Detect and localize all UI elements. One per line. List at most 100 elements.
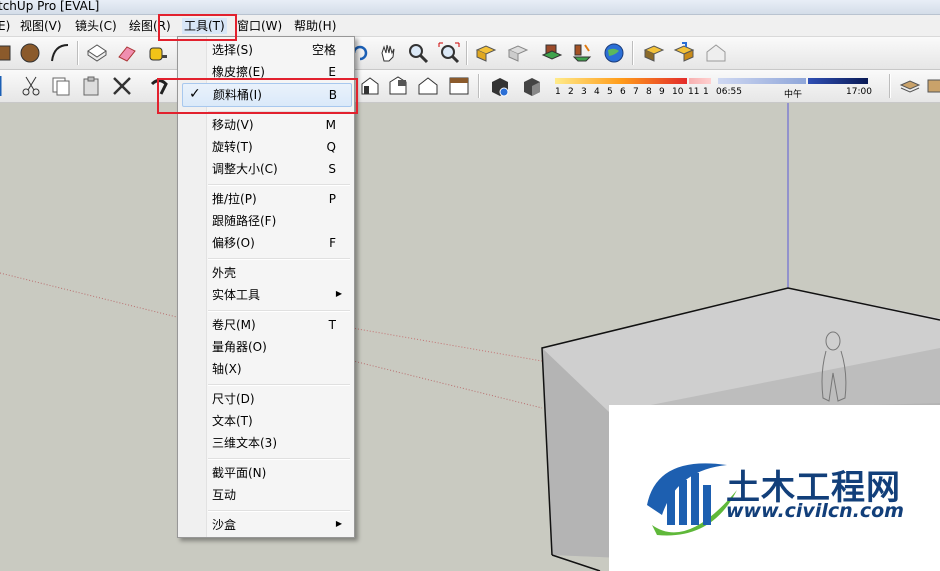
menu-item-move[interactable]: 移动(V) M: [180, 114, 352, 136]
menu-item-shortcut: E: [328, 65, 336, 79]
menu-item-outer-shell[interactable]: 外壳: [180, 262, 352, 284]
watermark-url: www.civilcn.com: [726, 500, 904, 522]
menu-item-label: 沙盒: [212, 518, 237, 532]
menu-item-push-pull[interactable]: 推/拉(P) P: [180, 188, 352, 210]
iso-view-icon[interactable]: [358, 74, 382, 98]
place-model-icon[interactable]: [570, 41, 594, 65]
top-view-icon[interactable]: [447, 74, 471, 98]
make-component-icon[interactable]: [85, 41, 109, 65]
watermark: 土木工程网 www.civilcn.com: [609, 405, 940, 571]
shadow-icon[interactable]: [488, 74, 512, 98]
house-icon[interactable]: [704, 41, 728, 65]
zoom-extents-icon[interactable]: [437, 41, 461, 65]
month-slider[interactable]: 1 2 3 4 5 6 7 8 9 10 11 1: [553, 73, 713, 99]
menu-item-label: 推/拉(P): [212, 192, 257, 206]
menu-item-label: 尺寸(D): [212, 392, 255, 406]
menu-item-offset[interactable]: 偏移(O) F: [180, 232, 352, 254]
google-earth-icon[interactable]: [602, 41, 626, 65]
get-models-icon[interactable]: [474, 41, 498, 65]
side-view-icon[interactable]: [416, 74, 440, 98]
month-label: 3: [581, 87, 587, 97]
menu-item-select[interactable]: 选择(S) 空格: [180, 39, 352, 61]
eraser-icon[interactable]: [115, 41, 139, 65]
submenu-arrow-icon: ▶: [335, 289, 342, 298]
menu-bar: E) 视图(V) 镜头(C) 绘图(R) 工具(T) 窗口(W) 帮助(H): [0, 15, 940, 37]
zoom-icon[interactable]: [406, 41, 430, 65]
menu-item-label: 量角器(O): [212, 340, 267, 354]
menu-item-label: 轴(X): [212, 362, 242, 376]
menu-view[interactable]: 视图(V): [20, 18, 62, 34]
line-icon[interactable]: [0, 74, 10, 98]
arc-icon[interactable]: [48, 41, 72, 65]
menu-item-label: 外壳: [212, 266, 237, 280]
menu-item-label: 实体工具: [212, 288, 261, 302]
menu-item-label: 选择(S): [212, 43, 253, 57]
menu-item-section-plane[interactable]: 截平面(N): [180, 462, 352, 484]
submenu-arrow-icon: ▶: [335, 519, 342, 528]
paste-icon[interactable]: [79, 74, 103, 98]
copy-icon[interactable]: [49, 74, 73, 98]
menu-window[interactable]: 窗口(W): [237, 18, 282, 34]
month-label: 9: [659, 87, 665, 97]
time-end-label: 17:00: [846, 87, 872, 97]
menu-item-interact[interactable]: 互动: [180, 484, 352, 506]
menu-edit[interactable]: E): [0, 18, 10, 34]
menu-item-shortcut: 空格: [311, 43, 336, 57]
month-label: 1: [555, 87, 561, 97]
menu-item-shortcut: S: [328, 162, 336, 176]
menu-item-label: 跟随路径(F): [212, 214, 277, 228]
menu-item-shortcut: Q: [326, 140, 336, 154]
main-toolbar: [0, 37, 940, 70]
menu-item-text[interactable]: 文本(T): [180, 410, 352, 432]
month-label: 11: [688, 87, 700, 97]
delete-icon[interactable]: [110, 74, 134, 98]
tape-measure-icon[interactable]: [145, 41, 169, 65]
menu-item-follow-me[interactable]: 跟随路径(F): [180, 210, 352, 232]
front-view-icon[interactable]: [386, 74, 410, 98]
time-mid-label: 中午: [784, 90, 803, 100]
circle-icon[interactable]: [18, 41, 42, 65]
secondary-toolbar: 1 2 3 4 5 6 7 8 9 10 11 1 06:55 中午 17:00: [0, 70, 940, 103]
extension-icon[interactable]: [672, 41, 696, 65]
menu-item-solid-tools[interactable]: 实体工具 ▶: [180, 284, 352, 306]
time-slider[interactable]: 06:55 中午 17:00: [716, 73, 876, 100]
menu-item-tape-measure[interactable]: 卷尺(M) T: [180, 314, 352, 336]
share-model-icon[interactable]: [506, 41, 530, 65]
month-label: 5: [607, 87, 613, 97]
annotation-box-tools-menu: [158, 14, 237, 41]
menu-camera[interactable]: 镜头(C): [75, 18, 117, 34]
rectangle-icon[interactable]: [0, 41, 14, 65]
menu-item-label: 偏移(O): [212, 236, 255, 250]
warehouse-icon[interactable]: [540, 41, 564, 65]
menu-item-3d-text[interactable]: 三维文本(3): [180, 432, 352, 454]
components-icon[interactable]: [642, 41, 666, 65]
menu-item-rotate[interactable]: 旋转(T) Q: [180, 136, 352, 158]
window-title: tchUp Pro [EVAL]: [0, 0, 100, 13]
menu-item-dimensions[interactable]: 尺寸(D): [180, 388, 352, 410]
menu-item-scale[interactable]: 调整大小(C) S: [180, 158, 352, 180]
month-label: 6: [620, 87, 626, 97]
month-label: 10: [672, 87, 684, 97]
menu-item-label: 旋转(T): [212, 140, 253, 154]
menu-item-label: 截平面(N): [212, 466, 267, 480]
menu-item-label: 移动(V): [212, 118, 254, 132]
fog-icon[interactable]: [520, 74, 544, 98]
time-start-label: 06:55: [716, 87, 742, 97]
menu-item-protractor[interactable]: 量角器(O): [180, 336, 352, 358]
menu-item-label: 调整大小(C): [212, 162, 278, 176]
month-label: 7: [633, 87, 639, 97]
menu-item-label: 橡皮擦(E): [212, 65, 265, 79]
month-label: 4: [594, 87, 600, 97]
pan-icon[interactable]: [376, 41, 400, 65]
menu-item-shortcut: F: [329, 236, 336, 250]
layers-icon[interactable]: [898, 74, 922, 98]
menu-item-axes[interactable]: 轴(X): [180, 358, 352, 380]
scissors-icon[interactable]: [19, 74, 43, 98]
menu-item-sandbox[interactable]: 沙盒 ▶: [180, 514, 352, 536]
menu-item-label: 文本(T): [212, 414, 253, 428]
month-label: 1: [703, 87, 709, 97]
layers-2-icon[interactable]: [926, 74, 940, 98]
annotation-box-paint-bucket: [157, 78, 358, 114]
menu-help[interactable]: 帮助(H): [294, 18, 336, 34]
menu-item-label: 三维文本(3): [212, 436, 277, 450]
